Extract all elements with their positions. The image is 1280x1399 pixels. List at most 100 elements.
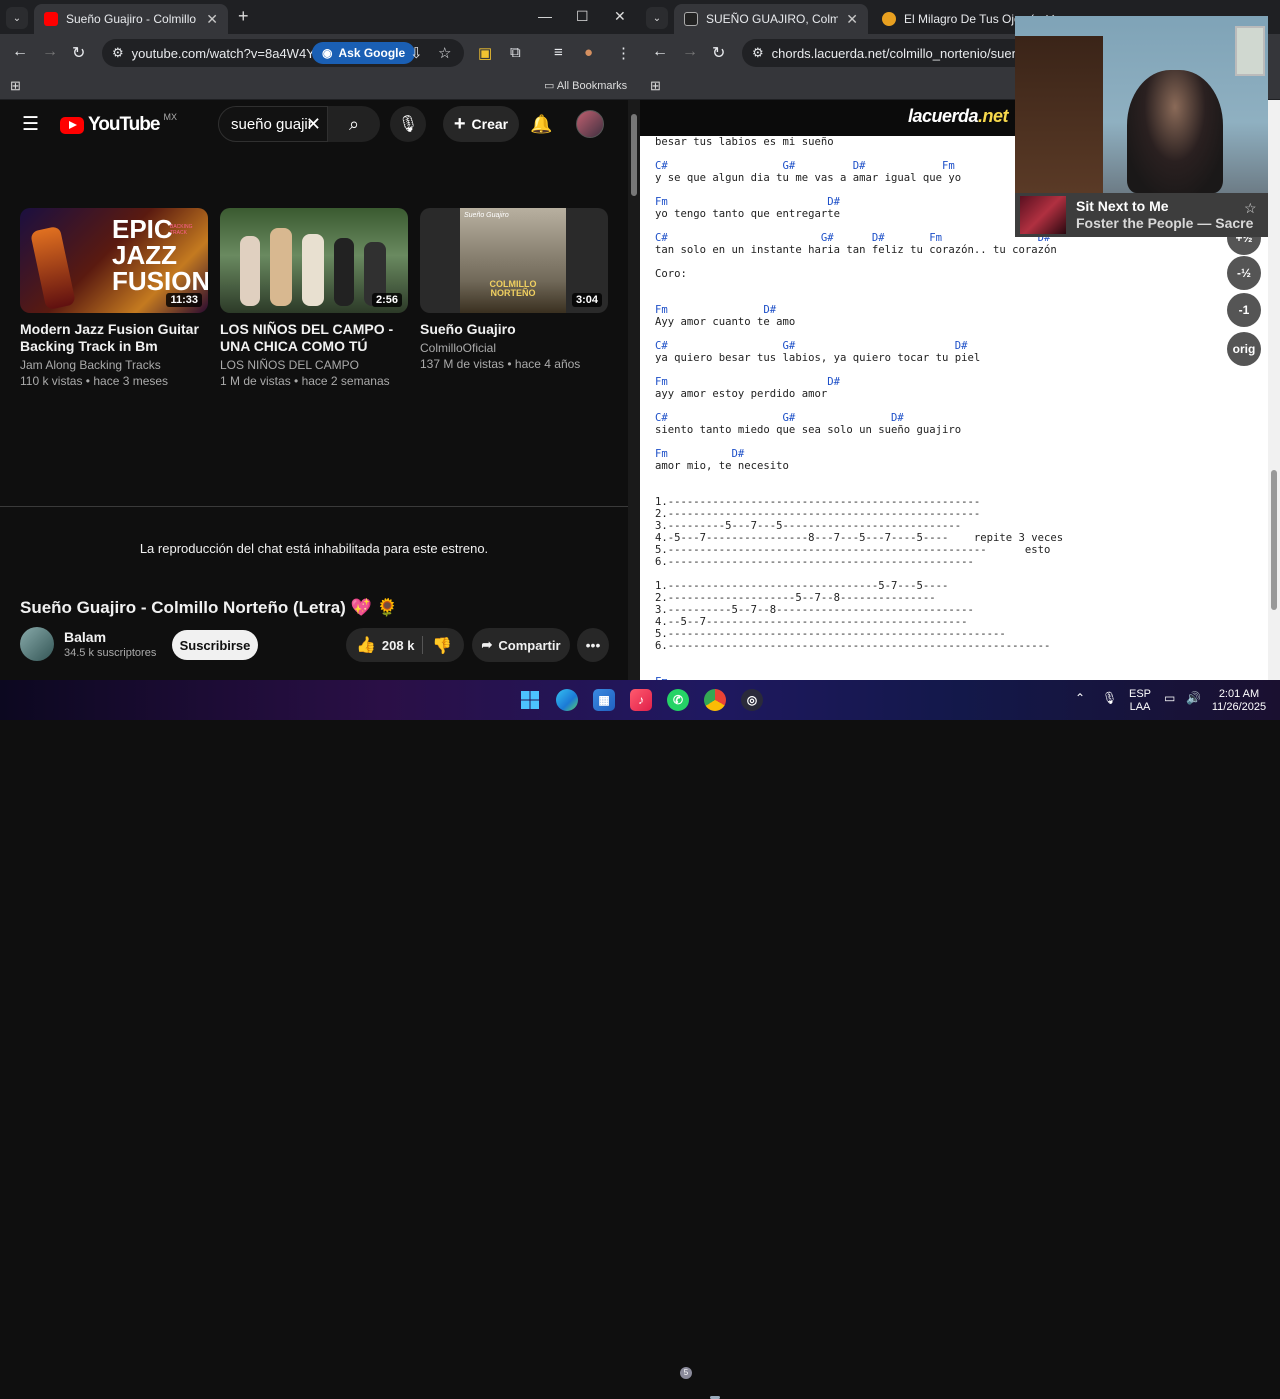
left-scrollbar[interactable]	[628, 100, 640, 680]
apps-grid-icon[interactable]: ⊞	[10, 78, 21, 94]
chord-line: C# G# D#	[655, 340, 968, 352]
video-card[interactable]: EPIC JAZZ FUSION BACKING TRACK 11:33 Mod…	[20, 208, 208, 389]
video-channel[interactable]: LOS NIÑOS DEL CAMPO	[220, 357, 408, 373]
clock[interactable]: 2:01 AM 11/26/2025	[1208, 688, 1270, 714]
chord-line: Fm D#	[655, 376, 840, 388]
picture-in-picture-window[interactable]: Sit Next to Me Foster the People — Sacre…	[1015, 16, 1268, 237]
chrome-icon[interactable]	[704, 689, 726, 711]
channel-avatar[interactable]	[20, 627, 54, 661]
video-thumbnail[interactable]: EPIC JAZZ FUSION BACKING TRACK 11:33	[20, 208, 208, 313]
media-controls-icon[interactable]: ≡	[554, 44, 563, 61]
reload-icon[interactable]: ↻	[712, 43, 725, 63]
lyric-line: Coro:	[655, 268, 687, 280]
right-scrollbar[interactable]	[1268, 100, 1280, 680]
search-input[interactable]: sueño guajir ✕	[218, 106, 328, 142]
start-button[interactable]	[519, 689, 541, 711]
user-avatar[interactable]	[576, 110, 604, 138]
clear-search-icon[interactable]: ✕	[306, 114, 321, 135]
transpose-down-half-button[interactable]: -½	[1227, 256, 1261, 290]
search-button[interactable]: ⌕	[328, 106, 380, 142]
chord-line: C# G# D#	[655, 412, 904, 424]
reload-icon[interactable]: ↻	[72, 43, 85, 63]
channel-name[interactable]: Balam	[64, 629, 106, 645]
extensions-puzzle-icon[interactable]: ⧉	[510, 44, 521, 61]
lacuerda-logo[interactable]: lacuerda.net	[908, 106, 1009, 127]
tray-overflow-icon[interactable]: ⌃	[1075, 692, 1085, 705]
guitar-graphic	[30, 225, 76, 311]
keyboard-layout: LAA	[1129, 701, 1151, 713]
video-title[interactable]: Sueño Guajiro	[420, 321, 608, 338]
person-figure	[240, 236, 260, 306]
hamburger-menu-icon[interactable]: ☰	[22, 113, 39, 136]
bookmark-star-icon[interactable]: ☆	[438, 44, 451, 62]
thumbs-down-icon[interactable]: 👎	[432, 636, 452, 656]
more-actions-button[interactable]: •••	[577, 628, 609, 662]
transpose-original-button[interactable]: orig	[1227, 332, 1261, 366]
tab-youtube[interactable]: Sueño Guajiro - Colmillo Norte ✕	[34, 4, 228, 34]
tab-search-button[interactable]: ⌄	[646, 7, 668, 29]
lyric-line: 5.--------------------------------------…	[655, 544, 1051, 556]
tab-search-button[interactable]: ⌄	[6, 7, 28, 29]
youtube-logo-text: YouTube	[88, 114, 160, 135]
network-icon[interactable]: ▭	[1164, 692, 1175, 705]
create-button[interactable]: + Crear	[443, 106, 519, 142]
video-card[interactable]: 2:56 LOS NIÑOS DEL CAMPO - UNA CHICA COM…	[220, 208, 408, 389]
edge-icon[interactable]	[556, 689, 578, 711]
music-app-icon[interactable]: ♪	[630, 689, 652, 711]
voice-search-button[interactable]: 🎙	[390, 106, 426, 142]
scrollbar-thumb[interactable]	[631, 114, 637, 196]
menu-icon[interactable]: ⋮	[616, 44, 631, 62]
like-button[interactable]: 👍 208 k 👎	[346, 628, 464, 662]
extension-icon[interactable]: ▣	[478, 44, 492, 62]
profile-icon[interactable]: ●	[584, 44, 593, 61]
video-title[interactable]: Modern Jazz Fusion Guitar Backing Track …	[20, 321, 208, 355]
obs-icon[interactable]: ◎	[741, 689, 763, 711]
lyric-line: 2.--------------------------------------…	[655, 508, 981, 520]
video-channel[interactable]: ColmilloOficial	[420, 340, 608, 356]
site-info-icon[interactable]: ⚙	[112, 45, 124, 61]
language-code: ESP	[1128, 688, 1151, 700]
site-info-icon[interactable]: ⚙	[752, 45, 764, 61]
video-title[interactable]: LOS NIÑOS DEL CAMPO - UNA CHICA COMO TÚ …	[220, 321, 408, 355]
scrollbar-thumb[interactable]	[1271, 470, 1277, 610]
volume-icon[interactable]: 🔊	[1186, 692, 1201, 705]
person-figure	[302, 234, 324, 306]
lyric-line: 5.--------------------------------------…	[655, 628, 1006, 640]
video-channel[interactable]: Jam Along Backing Tracks	[20, 357, 208, 373]
tab-lacuerda-song[interactable]: SUEÑO GUAJIRO, Colmillo Nor ✕	[674, 4, 868, 34]
video-stats: 137 M de vistas • hace 4 años	[420, 357, 581, 371]
youtube-logo[interactable]: YouTube MX	[60, 112, 177, 136]
close-tab-icon[interactable]: ✕	[846, 11, 858, 28]
new-tab-icon[interactable]: +	[238, 6, 249, 27]
address-bar[interactable]: ⚙ chords.lacuerda.net/colmillo_nortenio/…	[742, 39, 1042, 67]
back-icon[interactable]: ←	[12, 43, 28, 61]
album-cover: Sueño Guajiro COLMILLO NORTEÑO	[460, 208, 566, 313]
forward-icon[interactable]: →	[42, 43, 58, 61]
more-icon: •••	[585, 637, 601, 653]
language-indicator[interactable]: ESP LAA	[1128, 688, 1152, 714]
microphone-tray-icon[interactable]: 🎙	[1102, 692, 1117, 705]
lyric-line: 4.--5--7--------------------------------…	[655, 616, 968, 628]
video-card[interactable]: Sueño Guajiro COLMILLO NORTEÑO 3:04 Sueñ…	[420, 208, 608, 372]
close-tab-icon[interactable]: ✕	[206, 11, 218, 28]
apps-grid-icon[interactable]: ⊞	[650, 78, 661, 94]
store-icon[interactable]: ▦	[593, 689, 615, 711]
subscribe-button[interactable]: Suscribirse	[172, 630, 258, 660]
video-thumbnail[interactable]: Sueño Guajiro COLMILLO NORTEÑO 3:04	[420, 208, 608, 313]
video-thumbnail[interactable]: 2:56	[220, 208, 408, 313]
lyric-line: ayy amor estoy perdido amor	[655, 388, 828, 400]
ask-google-button[interactable]: ◉ Ask Google	[312, 42, 416, 64]
all-bookmarks[interactable]: ▭ All Bookmarks	[544, 79, 627, 92]
forward-icon[interactable]: →	[682, 43, 698, 61]
whatsapp-icon[interactable]: ✆	[667, 689, 689, 711]
minimize-icon[interactable]: —	[538, 8, 552, 24]
close-window-icon[interactable]: ✕	[614, 8, 626, 25]
back-icon[interactable]: ←	[652, 43, 668, 61]
maximize-icon[interactable]: ☐	[576, 8, 589, 25]
install-app-icon[interactable]: ⇩	[410, 44, 423, 62]
notifications-bell-icon[interactable]: 🔔	[530, 114, 552, 135]
transpose-down-one-button[interactable]: -1	[1227, 293, 1261, 327]
share-button[interactable]: ➦ Compartir	[472, 628, 570, 662]
favorite-star-icon[interactable]: ☆	[1244, 200, 1257, 217]
